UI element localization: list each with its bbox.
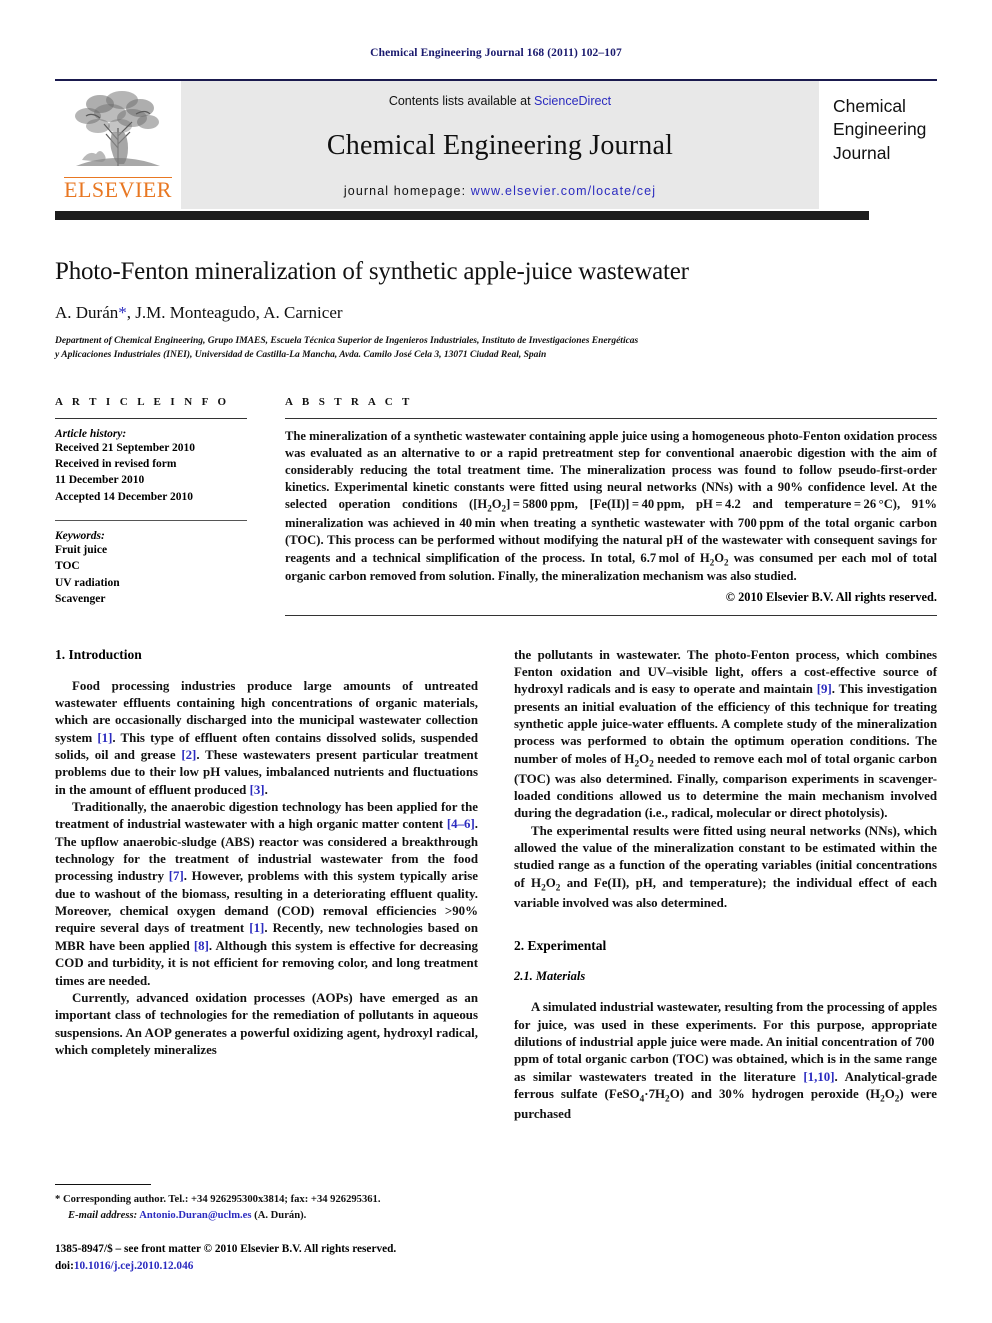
masthead-divider-bar <box>55 211 869 220</box>
cover-title-line-2: Engineering <box>833 119 927 140</box>
abstract-text: The mineralization of a synthetic wastew… <box>285 428 937 584</box>
body-columns: 1. Introduction Food processing industri… <box>55 647 937 1124</box>
corresponding-author-marker: * <box>118 303 127 322</box>
homepage-prefix: journal homepage: <box>343 184 471 198</box>
doi-label: doi: <box>55 1259 74 1272</box>
keyword-item: Scavenger <box>55 592 106 605</box>
keywords-label: Keywords: <box>55 529 105 542</box>
abstract-rule <box>285 417 937 419</box>
doi-line: doi:10.1016/j.cej.2010.12.046 <box>55 1258 467 1274</box>
cover-title-line-1: Chemical <box>833 96 906 116</box>
author-list: A. Durán*, J.M. Monteagudo, A. Carnicer <box>55 303 937 323</box>
paragraph: Food processing industries produce large… <box>55 678 479 797</box>
keyword-item: Fruit juice <box>55 543 108 556</box>
journal-masthead: ELSEVIER Contents lists available at Sci… <box>55 79 937 209</box>
paper-page: Chemical Engineering Journal 168 (2011) … <box>0 0 992 1323</box>
abstract-panel: A B S T R A C T The mineralization of a … <box>285 396 937 616</box>
corresponding-author-note: * Corresponding author. Tel.: +34 926295… <box>55 1192 467 1208</box>
abstract-heading: A B S T R A C T <box>285 395 413 408</box>
affiliation-line-1: Department of Chemical Engineering, Grup… <box>55 336 639 346</box>
section-heading-introduction: 1. Introduction <box>55 646 142 662</box>
journal-title: Chemical Engineering Journal <box>326 130 674 161</box>
title-block: Photo-Fenton mineralization of synthetic… <box>55 258 937 363</box>
paragraph: Currently, advanced oxidation processes … <box>55 990 478 1057</box>
article-history-label: Article history: <box>55 427 127 440</box>
abstract-bottom-rule <box>285 614 937 616</box>
elsevier-tree-icon <box>75 91 160 166</box>
elsevier-wordmark: ELSEVIER <box>64 177 172 202</box>
history-line: 11 December 2010 <box>55 474 145 487</box>
email-note: E-mail address: Antonio.Duran@uclm.es (A… <box>55 1208 467 1224</box>
history-line: Accepted 14 December 2010 <box>55 490 194 503</box>
doi-link[interactable]: 10.1016/j.cej.2010.12.046 <box>74 1260 194 1272</box>
issn-copyright-block: 1385-8947/$ – see front matter © 2010 El… <box>55 1241 467 1274</box>
subsection-heading-materials: 2.1. Materials <box>514 969 586 984</box>
contents-list-line: Contents lists available at ScienceDirec… <box>389 94 611 108</box>
running-head: Chemical Engineering Journal 168 (2011) … <box>370 47 622 59</box>
sciencedirect-link[interactable]: ScienceDirect <box>534 94 611 108</box>
journal-homepage-line: journal homepage: www.elsevier.com/locat… <box>344 184 656 198</box>
footnote-rule <box>55 1184 151 1186</box>
history-line: Received in revised form <box>55 457 177 470</box>
contents-prefix: Contents lists available at <box>388 94 535 108</box>
paragraph: A simulated industrial wastewater, resul… <box>514 1000 938 1121</box>
footnote-zone: * Corresponding author. Tel.: +34 926295… <box>55 1184 467 1274</box>
article-info-heading: A R T I C L E I N F O <box>55 395 230 408</box>
author-first: A. Durán <box>55 303 119 322</box>
paragraph: the pollutants in wastewater. The photo-… <box>514 647 938 821</box>
body-left-column: 1. Introduction Food processing industri… <box>55 647 478 1124</box>
footnote-marker: * <box>55 1194 61 1206</box>
keywords-rule <box>55 519 247 521</box>
email-link[interactable]: Antonio.Duran@uclm.es <box>139 1210 251 1221</box>
authors-rest: , J.M. Monteagudo, A. Carnicer <box>126 303 343 322</box>
article-info-rule <box>55 417 247 419</box>
keyword-item: UV radiation <box>55 576 120 589</box>
article-info-panel: A R T I C L E I N F O Article history: R… <box>55 396 285 616</box>
email-owner: (A. Durán). <box>254 1210 307 1222</box>
journal-cover-title: Chemical Engineering Journal <box>819 81 937 209</box>
keyword-item: TOC <box>55 560 80 573</box>
corresponding-author-text: Corresponding author. Tel.: +34 92629530… <box>62 1194 381 1206</box>
masthead-center: Contents lists available at ScienceDirec… <box>181 81 819 209</box>
affiliation-line-2: y Aplicaciones Industriales (INEI), Univ… <box>55 349 547 360</box>
paragraph: The experimental results were fitted usi… <box>514 823 937 910</box>
body-right-column: the pollutants in wastewater. The photo-… <box>514 647 937 1124</box>
history-line: Received 21 September 2010 <box>55 441 195 454</box>
homepage-url-link[interactable]: www.elsevier.com/locate/cej <box>471 184 656 198</box>
issn-line: 1385-8947/$ – see front matter © 2010 El… <box>55 1243 397 1256</box>
cover-title-line-3: Journal <box>833 142 891 163</box>
affiliation: Department of Chemical Engineering, Grup… <box>55 335 937 363</box>
section-heading-experimental: 2. Experimental <box>514 938 607 954</box>
info-abstract-row: A R T I C L E I N F O Article history: R… <box>55 396 937 616</box>
elsevier-logo: ELSEVIER <box>55 81 181 209</box>
page-title: Photo-Fenton mineralization of synthetic… <box>55 258 689 285</box>
abstract-copyright: © 2010 Elsevier B.V. All rights reserved… <box>725 589 937 604</box>
email-label: E-mail address: <box>68 1210 138 1222</box>
paragraph: Traditionally, the anaerobic digestion t… <box>55 800 478 988</box>
